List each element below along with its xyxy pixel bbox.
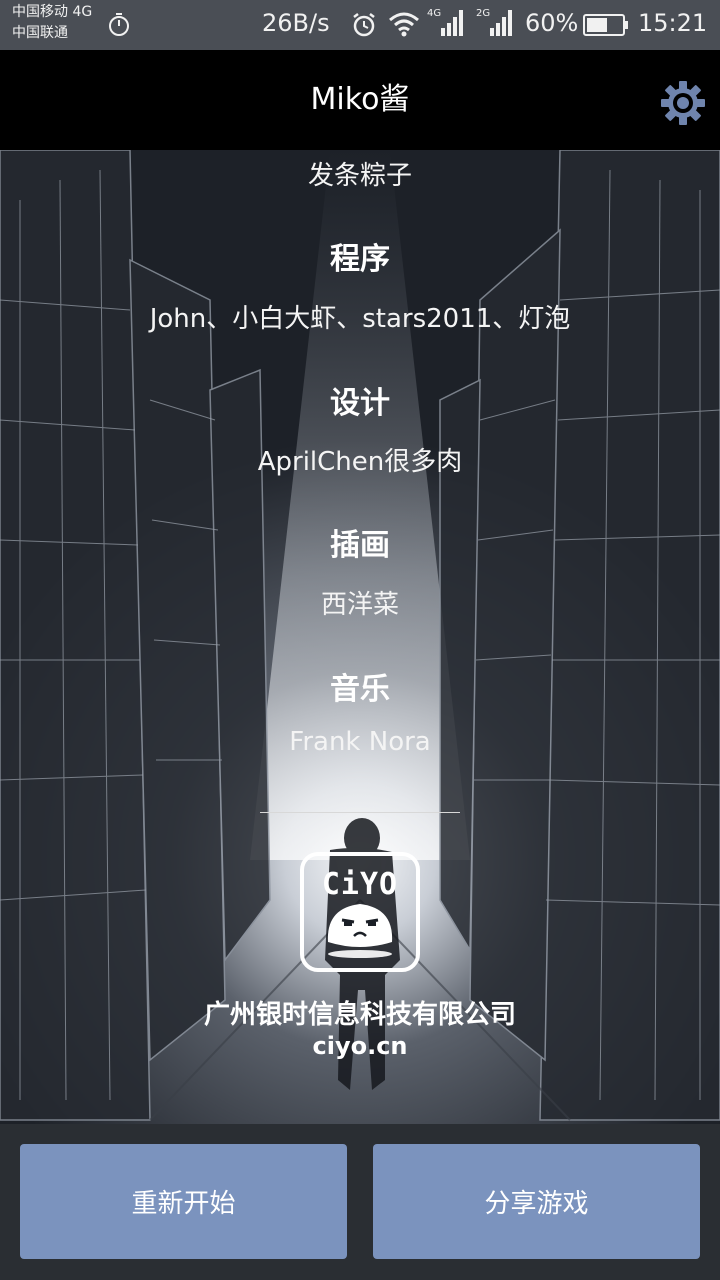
svg-text:4G: 4G: [427, 8, 441, 19]
credit-heading-design: 设计: [330, 386, 390, 421]
credit-heading-program: 程序: [330, 242, 390, 277]
website-link[interactable]: ciyo.cn: [0, 1032, 720, 1060]
svg-text:2G: 2G: [476, 8, 490, 19]
gear-icon[interactable]: [660, 80, 706, 126]
battery-percent: 60%: [525, 9, 579, 37]
network-speed: 26B/s: [262, 9, 330, 37]
credit-partial-name: 发条粽子: [307, 161, 412, 191]
title-bar: Miko酱: [0, 50, 720, 150]
action-bar: 重新开始 分享游戏: [0, 1124, 720, 1280]
carrier-primary: 中国移动 4G: [12, 4, 93, 20]
clock: 15:21: [638, 9, 708, 37]
share-game-button[interactable]: 分享游戏: [373, 1144, 700, 1259]
divider: [260, 812, 460, 813]
credit-value-design: AprilChen很多肉: [257, 447, 463, 477]
company-name: 广州银时信息科技有限公司: [203, 1000, 516, 1030]
carrier-secondary: 中国联通: [12, 25, 68, 41]
signal-4g-icon: 4G: [427, 8, 463, 36]
credit-value-illustration: 西洋菜: [320, 590, 399, 620]
timer-icon: [109, 13, 129, 36]
battery-icon: [583, 14, 628, 36]
credits-screen: 中国移动 4G 中国联通 26B/s 4G 2G 60% 15:21 Miko酱…: [0, 0, 720, 1280]
ciyo-logo: CiYO: [300, 852, 420, 972]
city-street-background: [0, 0, 720, 1280]
credit-heading-illustration: 插画: [330, 528, 390, 563]
credit-heading-music: 音乐: [330, 672, 390, 707]
alarm-icon: [353, 13, 375, 37]
credit-value-program: John、小白大虾、stars2011、灯泡: [149, 304, 571, 334]
page-title: Miko酱: [310, 82, 410, 117]
signal-2g-icon: 2G: [476, 8, 512, 36]
status-bar: 中国移动 4G 中国联通 26B/s 4G 2G 60% 15:21: [0, 0, 720, 50]
wifi-icon: [389, 12, 419, 37]
restart-button[interactable]: 重新开始: [20, 1144, 347, 1259]
svg-text:CiYO: CiYO: [322, 867, 398, 902]
credit-value-music: Frank Nora: [289, 727, 431, 757]
